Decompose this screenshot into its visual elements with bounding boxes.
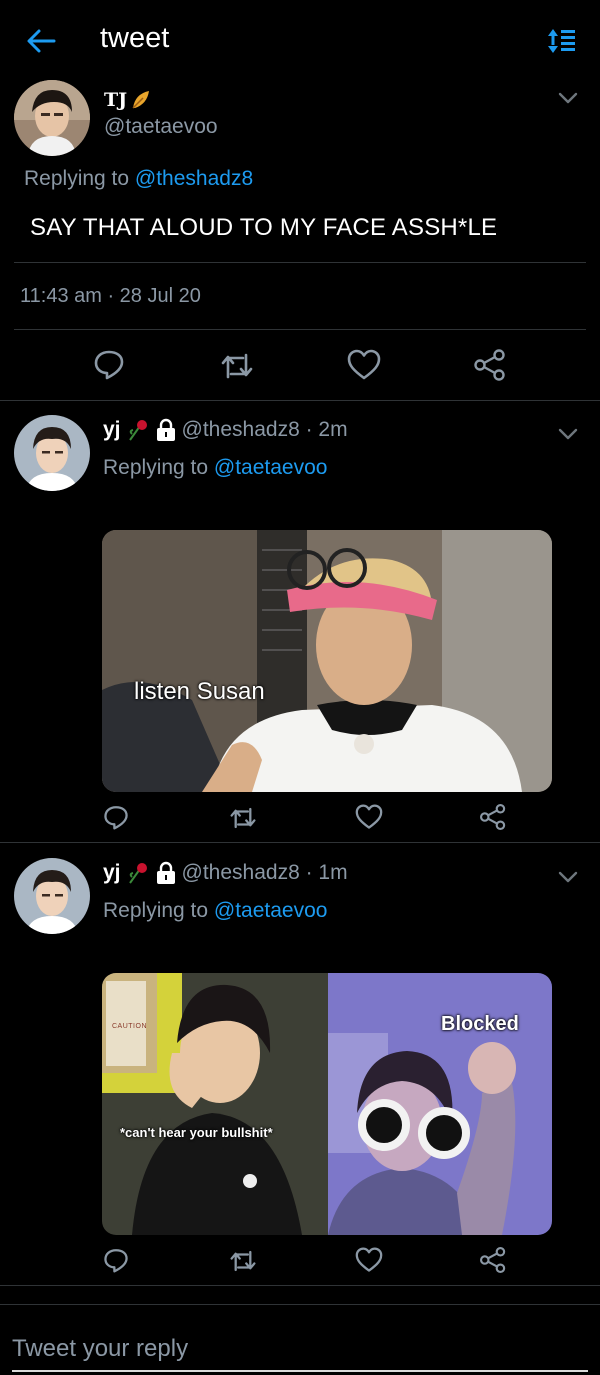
divider (0, 400, 600, 401)
replying-to-label: Replying to (103, 456, 209, 479)
avatar[interactable] (14, 858, 90, 934)
retweet-icon (230, 807, 256, 829)
replying-to: Replying to @taetaevoo (103, 456, 327, 480)
replying-to: Replying to @taetaevoo (103, 899, 327, 923)
retweet-icon (230, 1250, 256, 1272)
sort-icon (548, 29, 575, 53)
reply-header: yj @theshadz8 · 2m (103, 418, 348, 442)
reply-button[interactable] (93, 348, 125, 380)
share-button[interactable] (473, 348, 507, 382)
heart-icon (355, 1247, 383, 1272)
tweet-menu-button[interactable] (556, 88, 580, 108)
retweet-button[interactable] (228, 1248, 258, 1274)
heart-icon (355, 804, 383, 829)
reply-button[interactable] (103, 1247, 129, 1273)
divider (14, 329, 586, 330)
divider (0, 842, 600, 843)
handle[interactable]: @taetaevoo (104, 115, 218, 139)
page-title: tweet (100, 22, 170, 54)
replying-to-handle-link[interactable]: @theshadz8 (135, 167, 253, 190)
media-caption: listen Susan (134, 678, 265, 705)
chevron-down-icon (558, 871, 578, 883)
tweet-timestamp: 11:43 am · 28 Jul 20 (20, 285, 201, 307)
sort-button[interactable] (546, 26, 578, 56)
handle-timestamp: @theshadz8 · 1m (181, 861, 348, 884)
reply-icon (104, 806, 128, 830)
divider (14, 262, 586, 263)
meme-photo (102, 530, 552, 792)
display-name[interactable]: yj (103, 418, 121, 442)
sign-text: CAUTION (112, 1023, 147, 1030)
reply-input[interactable] (12, 1329, 582, 1369)
replying-to: Replying to @theshadz8 (24, 167, 253, 191)
chevron-down-icon (558, 428, 578, 440)
avatar[interactable] (14, 415, 90, 491)
input-underline (12, 1370, 588, 1372)
back-button[interactable] (24, 24, 58, 58)
display-name: TJ (104, 89, 128, 111)
retweet-icon (221, 353, 253, 379)
tweet-text: SAY THAT ALOUD TO MY FACE ASSH*LE (30, 214, 498, 241)
chevron-down-icon (558, 92, 578, 104)
display-name[interactable]: yj (103, 861, 121, 885)
replying-to-label: Replying to (103, 899, 209, 922)
share-button[interactable] (479, 803, 507, 831)
leaf-emoji-icon (132, 91, 150, 109)
reply-icon (94, 350, 124, 380)
tweet-menu-button[interactable] (556, 867, 580, 887)
share-icon (479, 803, 506, 831)
rose-icon (128, 420, 147, 441)
avatar[interactable] (14, 80, 90, 156)
arrow-left-icon (27, 29, 56, 53)
reply-header: yj @theshadz8 · 1m (103, 861, 348, 885)
tweet-media-image[interactable]: listen Susan (102, 530, 552, 792)
reply-composer[interactable] (0, 1305, 600, 1375)
heart-icon (347, 349, 381, 380)
lock-icon (156, 861, 175, 884)
retweet-button[interactable] (219, 350, 255, 382)
tweet-media-image[interactable]: CAUTION *can't hear your bullshit* Block… (102, 973, 552, 1235)
like-button[interactable] (355, 804, 383, 830)
share-icon (479, 1246, 506, 1274)
handle-timestamp: @theshadz8 · 2m (181, 418, 348, 441)
main-tweet-display-name[interactable]: TJ (104, 88, 153, 112)
retweet-button[interactable] (228, 805, 258, 831)
reply-button[interactable] (103, 804, 129, 830)
share-icon (474, 349, 505, 381)
divider (0, 1285, 600, 1286)
replying-to-handle-link[interactable]: @taetaevoo (214, 899, 328, 922)
share-button[interactable] (479, 1246, 507, 1274)
replying-to-handle-link[interactable]: @taetaevoo (214, 456, 328, 479)
replying-to-label: Replying to (24, 167, 130, 190)
lock-icon (156, 418, 175, 441)
reply-icon (104, 1249, 128, 1273)
rose-icon (128, 863, 147, 884)
like-button[interactable] (347, 349, 381, 381)
like-button[interactable] (355, 1247, 383, 1273)
media-caption-right: Blocked (441, 1013, 519, 1035)
media-caption-left: *can't hear your bullshit* (120, 1125, 273, 1140)
tweet-menu-button[interactable] (556, 424, 580, 444)
